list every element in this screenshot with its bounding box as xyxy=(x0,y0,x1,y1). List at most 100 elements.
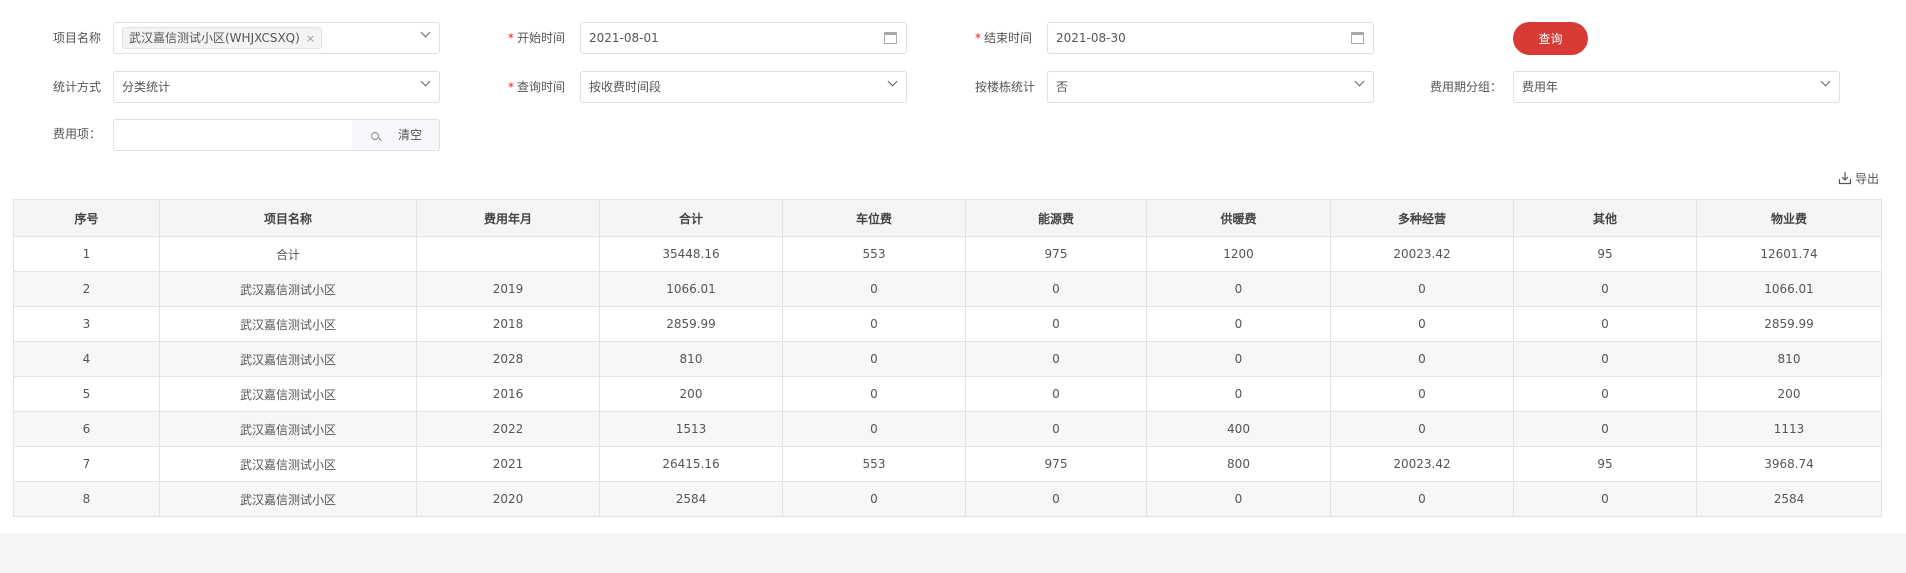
table-cell: 0 xyxy=(965,271,1147,307)
table-cell: 0 xyxy=(1146,306,1331,342)
table-row: 5 武汉嘉信测试小区 2016 200 0 0 0 0 0 200 xyxy=(13,376,1882,412)
table-cell: 0 xyxy=(1330,411,1514,447)
table-cell: 武汉嘉信测试小区 xyxy=(159,376,417,412)
table-cell: 975 xyxy=(965,236,1147,272)
header-total[interactable]: 合计 xyxy=(599,199,783,237)
end-date-value: 2021-08-30 xyxy=(1056,31,1126,45)
table-cell: 2019 xyxy=(416,271,600,307)
report-table: 序号 项目名称 费用年月 合计 车位费 能源费 供暖费 多种经营 其他 物业费 … xyxy=(13,199,1882,517)
table-cell: 0 xyxy=(1513,306,1697,342)
table-cell: 0 xyxy=(1146,341,1331,377)
fee-item-input[interactable] xyxy=(113,119,353,151)
table-cell: 0 xyxy=(1513,481,1697,517)
header-index[interactable]: 序号 xyxy=(13,199,160,237)
table-cell: 2584 xyxy=(599,481,783,517)
tag-close-icon[interactable]: × xyxy=(306,32,315,45)
download-icon xyxy=(1838,172,1852,185)
chevron-down-icon xyxy=(420,76,431,87)
table-row: 2 武汉嘉信测试小区 2019 1066.01 0 0 0 0 0 1066.0… xyxy=(13,271,1882,307)
start-date-input[interactable]: 2021-08-01 xyxy=(580,22,907,54)
table-row: 6 武汉嘉信测试小区 2022 1513 0 0 400 0 0 1113 xyxy=(13,411,1882,447)
table-cell: 武汉嘉信测试小区 xyxy=(159,341,417,377)
table-cell: 0 xyxy=(1513,411,1697,447)
table-cell: 0 xyxy=(782,411,966,447)
table-cell: 0 xyxy=(782,481,966,517)
header-energy-fee[interactable]: 能源费 xyxy=(965,199,1147,237)
table-cell: 4 xyxy=(13,341,160,377)
table-cell: 1200 xyxy=(1146,236,1331,272)
query-button[interactable]: 查询 xyxy=(1513,22,1588,55)
table-cell: 975 xyxy=(965,446,1147,482)
table-row: 1 合计 35448.16 553 975 1200 20023.42 95 1… xyxy=(13,236,1882,272)
table-header-row: 序号 项目名称 费用年月 合计 车位费 能源费 供暖费 多种经营 其他 物业费 xyxy=(13,199,1882,237)
header-property-fee[interactable]: 物业费 xyxy=(1696,199,1882,237)
table-cell: 0 xyxy=(1146,481,1331,517)
project-tag-label: 武汉嘉信测试小区(WHJXCSXQ) xyxy=(129,31,300,45)
query-time-value: 按收费时间段 xyxy=(589,80,662,94)
table-cell: 20023.42 xyxy=(1330,236,1514,272)
table-cell: 2 xyxy=(13,271,160,307)
search-icon xyxy=(371,132,379,140)
table-cell: 810 xyxy=(599,341,783,377)
project-select[interactable]: 武汉嘉信测试小区(WHJXCSXQ) × xyxy=(113,22,440,54)
table-cell: 0 xyxy=(1513,341,1697,377)
query-time-select[interactable]: 按收费时间段 xyxy=(580,71,907,103)
table-row: 7 武汉嘉信测试小区 2021 26415.16 553 975 800 200… xyxy=(13,446,1882,482)
table-cell: 20023.42 xyxy=(1330,446,1514,482)
table-cell: 0 xyxy=(1330,341,1514,377)
header-parking-fee[interactable]: 车位费 xyxy=(782,199,966,237)
table-cell: 2859.99 xyxy=(599,306,783,342)
report-panel: 项目名称 武汉嘉信测试小区(WHJXCSXQ) × * 开始时间 2021-08-0… xyxy=(0,0,1906,533)
required-mark: * xyxy=(508,80,514,94)
table-cell: 0 xyxy=(965,411,1147,447)
table-cell: 2020 xyxy=(416,481,600,517)
period-group-value: 费用年 xyxy=(1522,80,1559,94)
table-cell: 5 xyxy=(13,376,160,412)
chevron-down-icon xyxy=(1354,76,1365,87)
table-cell: 810 xyxy=(1696,341,1882,377)
chevron-down-icon xyxy=(887,76,898,87)
stat-method-select[interactable]: 分类统计 xyxy=(113,71,440,103)
required-mark: * xyxy=(508,31,514,45)
table-cell: 2018 xyxy=(416,306,600,342)
by-building-select[interactable]: 否 xyxy=(1047,71,1374,103)
end-date-input[interactable]: 2021-08-30 xyxy=(1047,22,1374,54)
table-row: 4 武汉嘉信测试小区 2028 810 0 0 0 0 0 810 xyxy=(13,341,1882,377)
export-button[interactable]: 导出 xyxy=(1838,170,1879,187)
period-group-label: 费用期分组： xyxy=(1430,80,1503,94)
header-multi-business[interactable]: 多种经营 xyxy=(1330,199,1514,237)
clear-button[interactable]: 清空 xyxy=(352,119,440,151)
table-cell: 0 xyxy=(782,271,966,307)
table-cell: 1113 xyxy=(1696,411,1882,447)
header-project-name[interactable]: 项目名称 xyxy=(159,199,417,237)
table-cell: 武汉嘉信测试小区 xyxy=(159,306,417,342)
table-cell: 2028 xyxy=(416,341,600,377)
by-building-value: 否 xyxy=(1056,80,1069,94)
table-cell: 200 xyxy=(1696,376,1882,412)
header-fee-month[interactable]: 费用年月 xyxy=(416,199,600,237)
table-cell: 2584 xyxy=(1696,481,1882,517)
table-cell xyxy=(416,236,600,272)
stat-method-value: 分类统计 xyxy=(122,80,171,94)
table-cell: 0 xyxy=(1513,271,1697,307)
stat-method-label: 统计方式 xyxy=(53,80,102,94)
table-cell: 1066.01 xyxy=(1696,271,1882,307)
table-cell: 200 xyxy=(599,376,783,412)
table-cell: 0 xyxy=(1513,376,1697,412)
table-cell: 400 xyxy=(1146,411,1331,447)
export-label: 导出 xyxy=(1855,172,1880,186)
header-other[interactable]: 其他 xyxy=(1513,199,1697,237)
calendar-icon xyxy=(884,32,897,44)
period-group-select[interactable]: 费用年 xyxy=(1513,71,1840,103)
table-cell: 95 xyxy=(1513,446,1697,482)
table-cell: 2859.99 xyxy=(1696,306,1882,342)
end-time-label-text: 结束时间 xyxy=(984,31,1033,45)
table-cell: 1066.01 xyxy=(599,271,783,307)
table-cell: 26415.16 xyxy=(599,446,783,482)
table-cell: 武汉嘉信测试小区 xyxy=(159,481,417,517)
header-heating-fee[interactable]: 供暖费 xyxy=(1146,199,1331,237)
query-time-label-text: 查询时间 xyxy=(517,80,566,94)
table-cell: 553 xyxy=(782,236,966,272)
table-cell: 35448.16 xyxy=(599,236,783,272)
by-building-label: 按楼栋统计 xyxy=(975,80,1036,94)
